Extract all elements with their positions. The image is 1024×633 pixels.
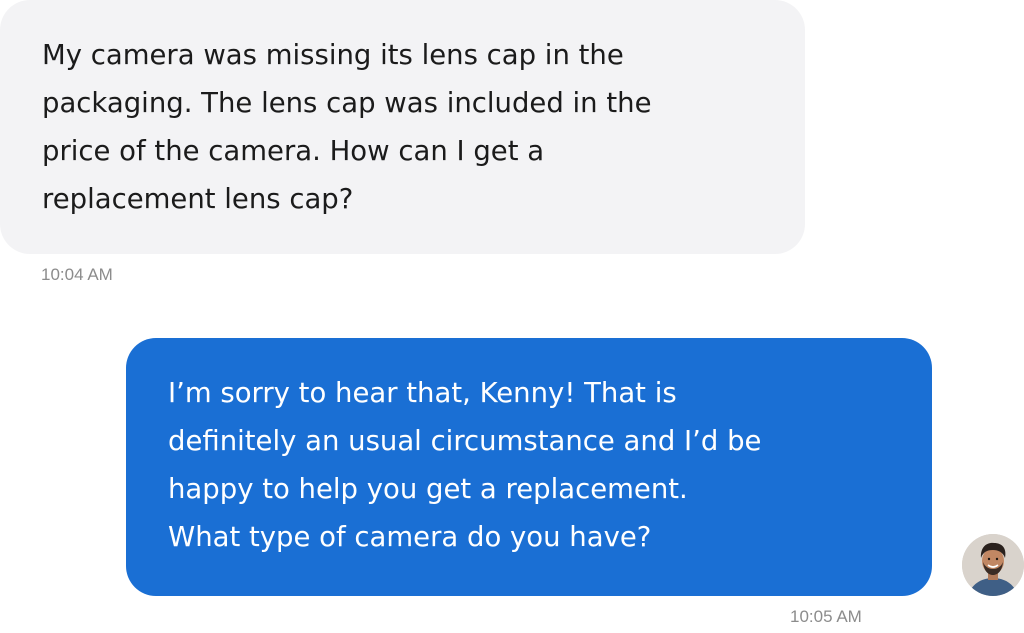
message-line: My camera was missing its lens cap in th…: [42, 39, 624, 71]
message-line: packaging. The lens cap was included in …: [42, 87, 652, 119]
message-timestamp: 10:04 AM: [41, 265, 113, 284]
agent-avatar[interactable]: [962, 534, 1024, 596]
message-line: What type of camera do you have?: [168, 521, 652, 553]
message-line: happy to help you get a replacement.: [168, 473, 688, 505]
message-line: definitely an usual circumstance and I’d…: [168, 425, 762, 457]
message-line: I’m sorry to hear that, Kenny! That is: [168, 377, 677, 409]
avatar-photo-icon: [962, 534, 1024, 596]
message-line: replacement lens cap?: [42, 183, 354, 215]
incoming-message-bubble: My camera was missing its lens cap in th…: [0, 0, 805, 254]
outgoing-message-bubble: I’m sorry to hear that, Kenny! That is d…: [126, 338, 932, 596]
message-line: price of the camera. How can I get a: [42, 135, 545, 167]
chat-thread: My camera was missing its lens cap in th…: [0, 0, 1024, 633]
message-timestamp: 10:05 AM: [790, 607, 862, 626]
